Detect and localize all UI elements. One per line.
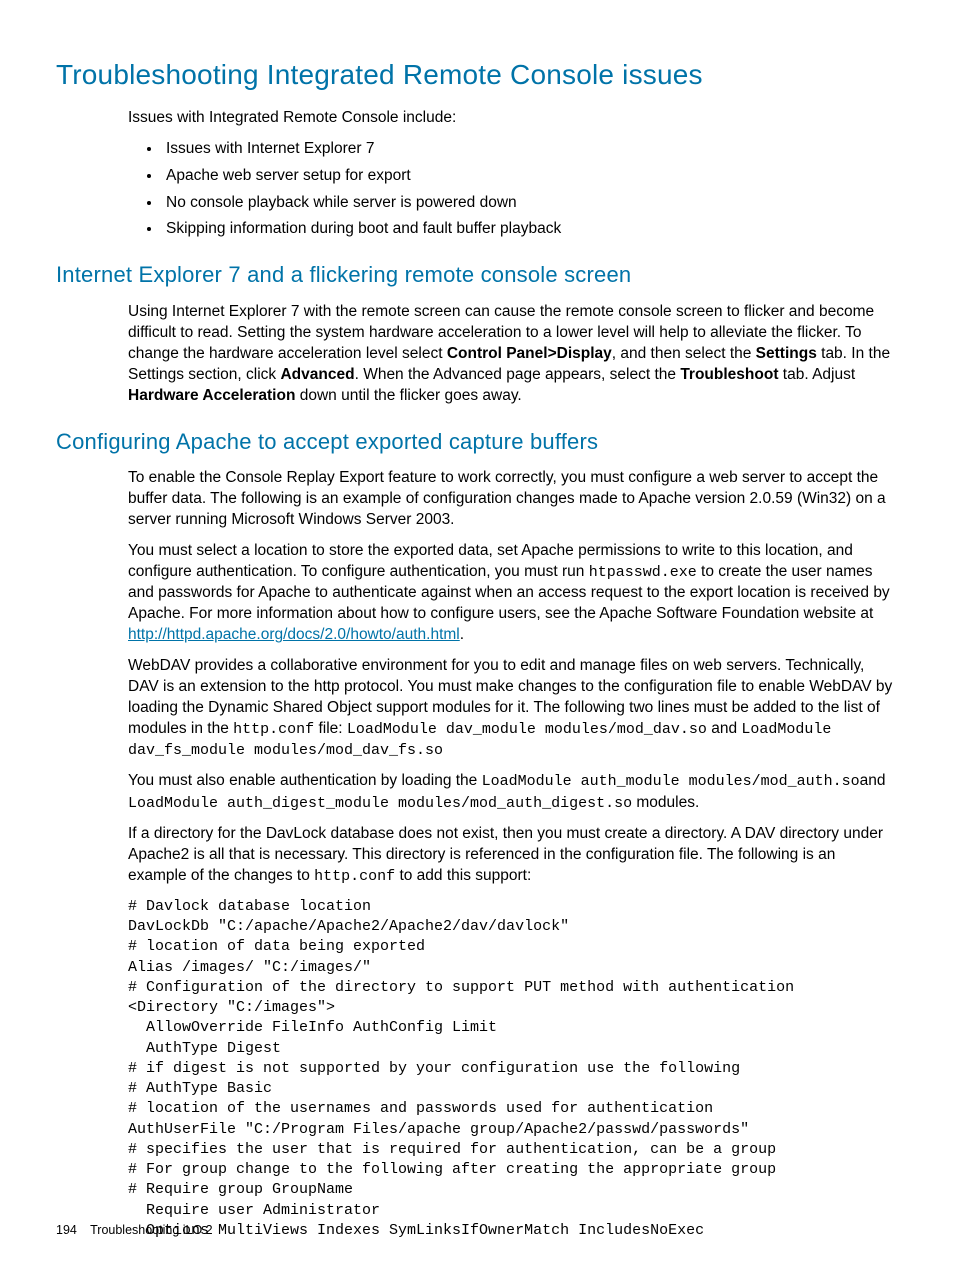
inline-code: LoadModule dav_module modules/mod_dav.so xyxy=(347,721,707,738)
apache-config-codeblock: # Davlock database location DavLockDb "C… xyxy=(128,897,898,1241)
apache-p3: WebDAV provides a collaborative environm… xyxy=(128,656,898,761)
list-item: No console playback while server is powe… xyxy=(162,193,898,214)
intro-text: Issues with Integrated Remote Console in… xyxy=(128,108,898,129)
inline-code: htpasswd.exe xyxy=(589,564,697,581)
page-footer: 194 Troubleshooting iLO 2 xyxy=(56,1222,213,1239)
apache-p4: You must also enable authentication by l… xyxy=(128,771,898,814)
inline-code: http.conf xyxy=(314,868,395,885)
apache-p5: If a directory for the DavLock database … xyxy=(128,824,898,887)
apache-p1: To enable the Console Replay Export feat… xyxy=(128,468,898,531)
heading-apache-config: Configuring Apache to accept exported ca… xyxy=(56,427,898,457)
issues-list: Issues with Internet Explorer 7 Apache w… xyxy=(128,139,898,241)
footer-title: Troubleshooting iLO 2 xyxy=(90,1223,213,1237)
list-item: Apache web server setup for export xyxy=(162,166,898,187)
page-number: 194 xyxy=(56,1223,77,1237)
inline-code: LoadModule auth_digest_module modules/mo… xyxy=(128,795,632,812)
inline-code: LoadModule auth_module modules/mod_auth.… xyxy=(482,773,860,790)
ie7-paragraph: Using Internet Explorer 7 with the remot… xyxy=(128,302,898,407)
apache-docs-link[interactable]: http://httpd.apache.org/docs/2.0/howto/a… xyxy=(128,626,460,643)
list-item: Skipping information during boot and fau… xyxy=(162,219,898,240)
apache-p2: You must select a location to store the … xyxy=(128,541,898,646)
inline-code: http.conf xyxy=(233,721,314,738)
list-item: Issues with Internet Explorer 7 xyxy=(162,139,898,160)
heading-troubleshooting-irc: Troubleshooting Integrated Remote Consol… xyxy=(56,56,898,94)
heading-ie7-flicker: Internet Explorer 7 and a flickering rem… xyxy=(56,260,898,290)
